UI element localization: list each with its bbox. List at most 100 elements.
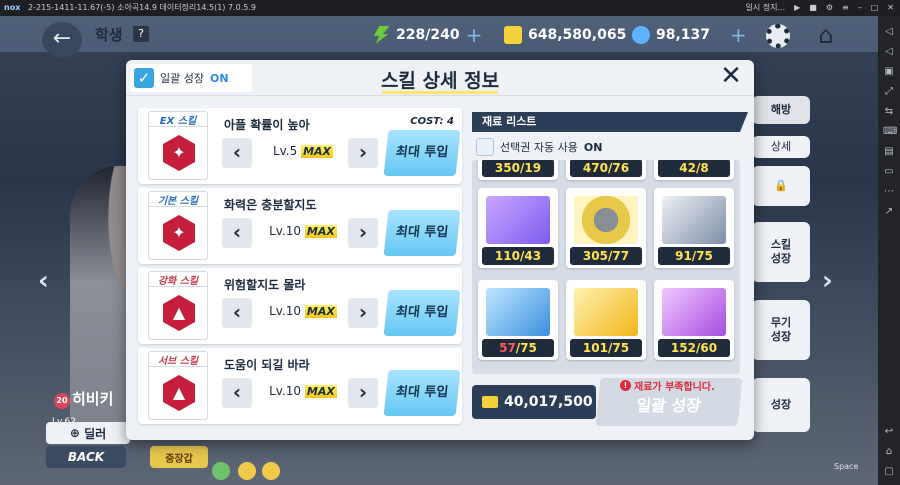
material-count: 91/75	[658, 247, 730, 265]
material-have: 110	[494, 249, 520, 263]
next-student-arrow[interactable]: ›	[822, 266, 833, 296]
help-icon[interactable]: ?	[133, 26, 149, 42]
max-invest-button[interactable]: 최대 투입	[383, 290, 461, 336]
back-arrow-icon[interactable]: ←	[42, 22, 82, 58]
material-need: /75	[691, 249, 713, 263]
material-have: 101	[582, 341, 608, 355]
max-invest-button[interactable]: 최대 투입	[383, 210, 461, 256]
grow-button[interactable]: 성장	[752, 378, 810, 432]
gem-plus-icon[interactable]: +	[730, 23, 747, 47]
skill-grow-button[interactable]: 스킬 성장	[752, 222, 810, 282]
volume-up-icon[interactable]: ◁	[883, 26, 895, 38]
more-icon[interactable]: ⋯	[883, 186, 895, 198]
level-up-button[interactable]: ›	[348, 378, 378, 408]
gem-icon	[632, 26, 650, 44]
gem-value: 98,137	[656, 27, 711, 43]
keyboard-icon[interactable]: ⌨	[883, 126, 897, 138]
material-slot[interactable]: 42/8	[654, 160, 734, 180]
skill-row-ex: EX 스킬 ✦ 아플 확률이 높아 COST: 4 ‹ Lv.5 MAX › 최…	[138, 108, 462, 184]
skill-name: 화력은 충분할지도	[224, 198, 317, 212]
prev-student-arrow[interactable]: ‹	[38, 266, 49, 296]
menu-icon[interactable]: ≡	[842, 0, 849, 16]
screenshot-icon[interactable]: ▣	[883, 66, 895, 78]
fullscreen-icon[interactable]: ⤢	[883, 86, 895, 98]
book-material-icon	[574, 288, 638, 336]
credit-counter: 648,580,065	[504, 23, 626, 47]
insufficient-warning: ! 재료가 부족합니다.	[620, 378, 715, 393]
weapon-grow-button[interactable]: 무기 성장	[752, 300, 810, 360]
modal-title: 스킬 상세 정보	[380, 70, 500, 92]
skill-cost: COST: 4	[410, 116, 454, 127]
minimize-icon[interactable]: –	[858, 0, 862, 16]
stop-icon[interactable]: ■	[809, 0, 817, 16]
material-need: /77	[607, 249, 630, 263]
skill-detail-modal: ✓ 일괄 성장 ON 스킬 상세 정보 ✕ EX 스킬 ✦ 아플 확률이 높아 …	[126, 60, 754, 440]
play-icon[interactable]: ▶	[794, 0, 800, 16]
maximize-icon[interactable]: □	[871, 0, 879, 16]
role-label: 딜러	[84, 426, 107, 441]
close-icon[interactable]: ✕	[718, 63, 744, 90]
material-need: /75	[515, 341, 537, 355]
level-down-button[interactable]: ‹	[222, 378, 252, 408]
material-slot[interactable]: 152/60	[654, 280, 734, 360]
skill-level: Lv.10 MAX	[258, 304, 348, 318]
external-icon[interactable]: ↗	[883, 206, 895, 218]
detail-button[interactable]: 상세	[752, 136, 810, 158]
record-icon[interactable]: ▤	[883, 146, 895, 158]
material-slot[interactable]: 110/43	[478, 188, 558, 268]
level-down-button[interactable]: ‹	[222, 138, 252, 168]
ap-counter: 228/240 +	[372, 23, 482, 47]
settings-icon[interactable]: ⚙	[826, 0, 833, 16]
skill-name: 도움이 되길 바라	[224, 358, 310, 372]
emulator-titlebar: nox 2-215-1411-11.67(-5) 소아곡14.9 데이터정리14…	[0, 0, 900, 16]
material-slot[interactable]: 350/19	[478, 160, 558, 180]
skill-type-tag: 서브 스킬	[148, 351, 208, 367]
material-need: /60	[695, 341, 718, 355]
level-up-button[interactable]: ›	[348, 138, 378, 168]
home-icon[interactable]: ⌂	[812, 22, 840, 48]
mood-face-icon	[238, 462, 256, 480]
back-button[interactable]: BACK	[46, 446, 126, 468]
skill-icon-frame: ▲	[148, 286, 208, 340]
material-slot[interactable]: 470/76	[566, 160, 646, 180]
mood-face-icon	[262, 462, 280, 480]
max-invest-button[interactable]: 최대 투입	[383, 130, 461, 176]
ap-icon	[373, 26, 390, 44]
back-nav-icon[interactable]: ↩	[883, 426, 895, 438]
monitor-icon[interactable]: ▭	[883, 166, 895, 178]
checkbox-icon[interactable]	[476, 138, 494, 156]
skill-name: 아플 확률이 높아	[224, 118, 310, 132]
material-count: 110/43	[482, 247, 554, 265]
tab-liberation[interactable]: 해방	[752, 96, 810, 124]
close-window-icon[interactable]: ✕	[887, 0, 894, 16]
space-key-hint: Space	[834, 462, 859, 471]
warning-icon: !	[620, 380, 631, 391]
volume-down-icon[interactable]: ◁	[883, 46, 895, 58]
material-slot[interactable]: 57/75	[478, 280, 558, 360]
emulator-logo: nox	[4, 3, 21, 12]
material-slot[interactable]: 91/75	[654, 188, 734, 268]
credit-value: 648,580,065	[528, 27, 627, 43]
skill-row-sub: 서브 스킬 ▲ 도움이 되길 바라 ‹ Lv.10 MAX › 최대 투입	[138, 348, 462, 424]
skill-row-basic: 기본 스킬 ✦ 화력은 충분할지도 ‹ Lv.10 MAX › 최대 투입	[138, 188, 462, 264]
home-nav-icon[interactable]: ⌂	[883, 446, 895, 458]
level-down-button[interactable]: ‹	[222, 298, 252, 328]
ticket-auto-toggle[interactable]: 선택권 자동 사용 ON	[476, 138, 602, 156]
ticket-state: ON	[583, 140, 603, 154]
recent-nav-icon[interactable]: ▢	[883, 466, 895, 478]
level-down-button[interactable]: ‹	[222, 218, 252, 248]
sync-icon[interactable]: ⇆	[883, 106, 895, 118]
gear-icon[interactable]	[766, 24, 790, 48]
max-tag: MAX	[301, 145, 334, 158]
role-dealer: ⊕ 딜러	[46, 422, 130, 444]
material-count: 470/76	[570, 160, 642, 177]
level-up-button[interactable]: ›	[348, 298, 378, 328]
pause-label[interactable]: 일시 정지...	[746, 0, 786, 16]
ap-plus-icon[interactable]: +	[466, 23, 483, 47]
book-material-icon	[486, 288, 550, 336]
level-up-button[interactable]: ›	[348, 218, 378, 248]
max-invest-button[interactable]: 최대 투입	[383, 370, 461, 416]
material-count: 305/77	[570, 247, 642, 265]
material-slot[interactable]: 305/77	[566, 188, 646, 268]
material-slot[interactable]: 101/75	[566, 280, 646, 360]
